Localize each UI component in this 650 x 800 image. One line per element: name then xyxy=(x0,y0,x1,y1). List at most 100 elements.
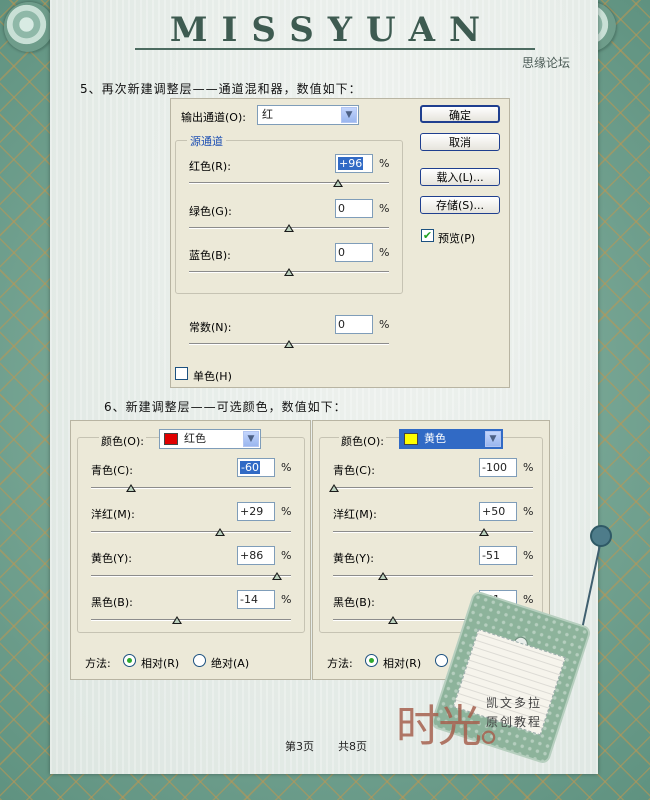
right-yellow-value: -51 xyxy=(482,549,500,562)
constant-slider-thumb[interactable] xyxy=(284,340,294,348)
button-ornament-icon xyxy=(590,525,612,547)
output-channel-select[interactable]: 红 ▼ xyxy=(257,105,359,125)
forum-name: 思缘论坛 xyxy=(522,56,571,70)
page-total: 共8页 xyxy=(338,740,367,753)
constant-label: 常数(N): xyxy=(189,321,232,334)
output-channel-label: 输出通道(O): xyxy=(181,111,246,124)
left-cyan-thumb[interactable] xyxy=(126,484,136,492)
source-channels-title: 源通道 xyxy=(187,133,226,149)
monochrome-checkbox[interactable] xyxy=(175,367,188,380)
right-yellow-thumb[interactable] xyxy=(378,572,388,580)
left-cyan-track[interactable] xyxy=(91,487,291,489)
left-magenta-thumb[interactable] xyxy=(215,528,225,536)
red-value-field[interactable]: +96 xyxy=(335,154,373,173)
left-magenta-label: 洋红(M): xyxy=(91,508,135,521)
chevron-down-icon[interactable]: ▼ xyxy=(341,107,357,123)
channel-mixer-dialog: 输出通道(O): 红 ▼ 确定 取消 载入(L)... 存储(S)... ✔ 预… xyxy=(170,98,510,388)
left-magenta-track[interactable] xyxy=(91,531,291,533)
left-yellow-label: 黄色(Y): xyxy=(91,552,133,565)
left-cyan-field[interactable]: -60 xyxy=(237,458,275,477)
selective-color-dialog-left: 颜色(O): 红色 ▼ 青色(C): -60 % 洋红(M): +29 % 黄色… xyxy=(70,420,311,680)
left-black-label: 黑色(B): xyxy=(91,596,133,609)
right-black-label: 黑色(B): xyxy=(333,596,375,609)
right-black-thumb[interactable] xyxy=(388,616,398,624)
left-yellow-field[interactable]: +86 xyxy=(237,546,275,565)
preview-checkbox[interactable]: ✔ xyxy=(421,229,434,242)
right-cyan-value: -100 xyxy=(482,461,507,474)
right-relative-radio[interactable] xyxy=(365,654,378,667)
left-relative-label: 相对(R) xyxy=(141,657,180,670)
left-yellow-thumb[interactable] xyxy=(272,572,282,580)
chevron-down-icon[interactable]: ▼ xyxy=(485,431,501,447)
left-black-thumb[interactable] xyxy=(172,616,182,624)
green-value-field[interactable]: 0 xyxy=(335,199,373,218)
red-slider-track[interactable] xyxy=(189,182,389,184)
right-cyan-track[interactable] xyxy=(333,487,533,489)
site-logo: MISSYUAN xyxy=(169,10,495,50)
right-magenta-percent: % xyxy=(523,505,534,518)
red-slider-thumb[interactable] xyxy=(333,179,343,187)
monochrome-label: 单色(H) xyxy=(193,370,232,383)
left-yellow-track[interactable] xyxy=(91,575,291,577)
selective-left-color-select[interactable]: 红色 ▼ xyxy=(159,429,261,449)
red-value: +96 xyxy=(338,157,364,170)
right-yellow-field[interactable]: -51 xyxy=(479,546,517,565)
left-relative-radio[interactable] xyxy=(123,654,136,667)
left-magenta-field[interactable]: +29 xyxy=(237,502,275,521)
yellow-swatch xyxy=(404,433,418,445)
blue-percent: % xyxy=(379,246,390,259)
blue-slider-thumb[interactable] xyxy=(284,268,294,276)
selective-left-color-label: 颜色(O): xyxy=(99,433,146,449)
left-yellow-percent: % xyxy=(281,549,292,562)
left-black-percent: % xyxy=(281,593,292,606)
constant-value: 0 xyxy=(338,318,345,331)
rose-ornament-left xyxy=(4,2,54,52)
left-cyan-value: -60 xyxy=(240,461,260,474)
blue-value-field[interactable]: 0 xyxy=(335,243,373,262)
left-cyan-label: 青色(C): xyxy=(91,464,133,477)
right-method-label: 方法: xyxy=(327,657,353,670)
right-yellow-track[interactable] xyxy=(333,575,533,577)
left-black-value: -14 xyxy=(240,593,258,606)
left-cyan-percent: % xyxy=(281,461,292,474)
right-magenta-label: 洋红(M): xyxy=(333,508,377,521)
step5-title: 5、再次新建调整层——通道混和器，数值如下： xyxy=(80,82,362,96)
cancel-button[interactable]: 取消 xyxy=(420,133,500,151)
right-cyan-field[interactable]: -100 xyxy=(479,458,517,477)
left-black-track[interactable] xyxy=(91,619,291,621)
right-yellow-percent: % xyxy=(523,549,534,562)
green-value: 0 xyxy=(338,202,345,215)
output-channel-value: 红 xyxy=(262,108,273,121)
selective-left-color-value: 红色 xyxy=(184,432,206,445)
green-label: 绿色(G): xyxy=(189,205,232,218)
ok-button[interactable]: 确定 xyxy=(420,105,500,123)
save-button[interactable]: 存储(S)... xyxy=(420,196,500,214)
right-magenta-field[interactable]: +50 xyxy=(479,502,517,521)
right-absolute-radio[interactable] xyxy=(435,654,448,667)
green-slider-thumb[interactable] xyxy=(284,224,294,232)
left-yellow-value: +86 xyxy=(240,549,264,562)
right-magenta-track[interactable] xyxy=(333,531,533,533)
load-button[interactable]: 载入(L)... xyxy=(420,168,500,186)
right-cyan-thumb[interactable] xyxy=(329,484,339,492)
blue-value: 0 xyxy=(338,246,345,259)
logo-underline xyxy=(135,48,535,50)
red-label: 红色(R): xyxy=(189,160,231,173)
left-black-field[interactable]: -14 xyxy=(237,590,275,609)
brand-watermark: 时光。 xyxy=(396,701,524,752)
left-absolute-radio[interactable] xyxy=(193,654,206,667)
red-percent: % xyxy=(379,157,390,170)
left-magenta-value: +29 xyxy=(240,505,264,518)
blue-label: 蓝色(B): xyxy=(189,249,231,262)
right-relative-label: 相对(R) xyxy=(383,657,422,670)
selective-right-color-select[interactable]: 黄色 ▼ xyxy=(399,429,503,449)
right-cyan-percent: % xyxy=(523,461,534,474)
right-yellow-label: 黄色(Y): xyxy=(333,552,375,565)
constant-value-field[interactable]: 0 xyxy=(335,315,373,334)
left-method-label: 方法: xyxy=(85,657,111,670)
step6-title: 6、新建调整层——可选颜色，数值如下： xyxy=(104,400,347,414)
chevron-down-icon[interactable]: ▼ xyxy=(243,431,259,447)
selective-right-color-value: 黄色 xyxy=(424,432,446,445)
right-magenta-thumb[interactable] xyxy=(479,528,489,536)
left-magenta-percent: % xyxy=(281,505,292,518)
